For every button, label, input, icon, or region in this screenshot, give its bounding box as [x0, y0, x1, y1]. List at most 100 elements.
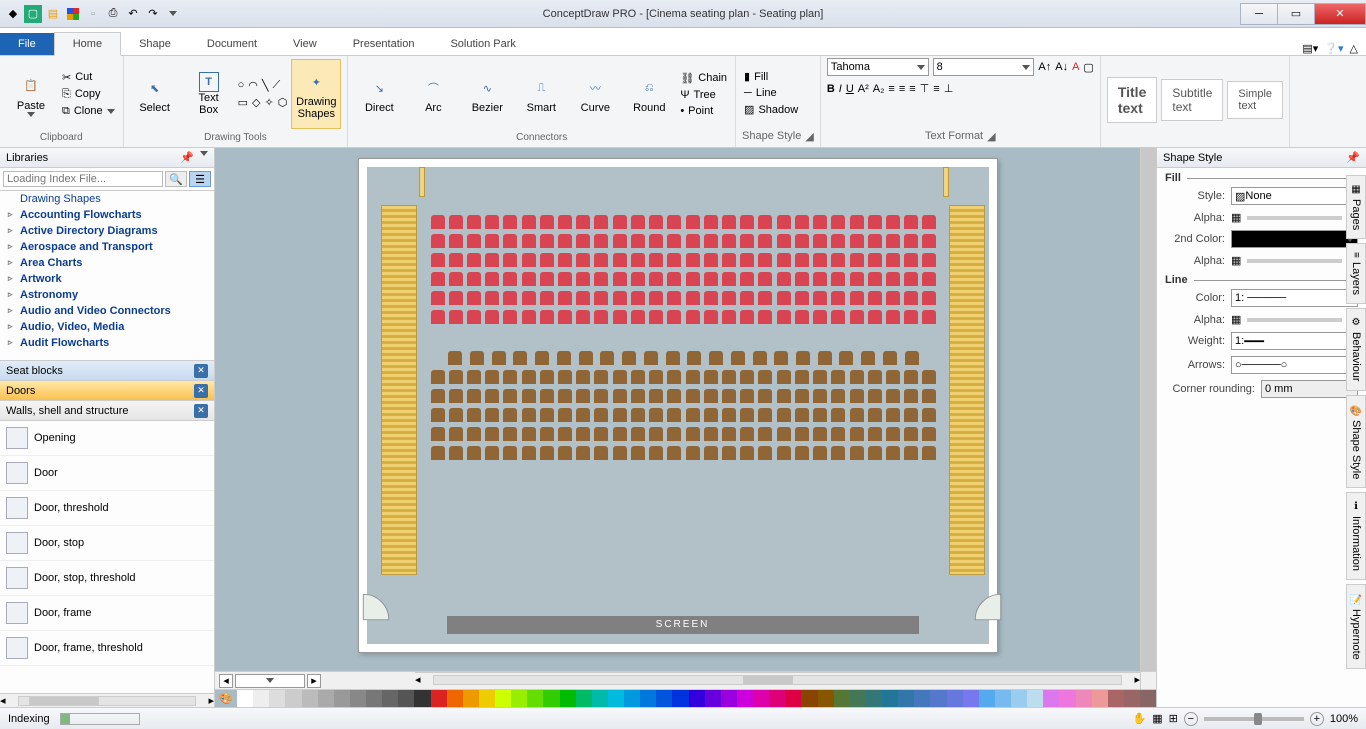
color-swatch[interactable]: [511, 690, 527, 707]
select-button[interactable]: ⬉Select: [130, 59, 180, 129]
pin-icon[interactable]: 📌: [180, 151, 194, 164]
color-swatch[interactable]: [769, 690, 785, 707]
font-size-select[interactable]: 8: [933, 58, 1035, 76]
highlight-icon[interactable]: ▢: [1083, 61, 1093, 74]
window-options-icon[interactable]: ▤▾: [1302, 42, 1318, 55]
copy-button[interactable]: ⎘Copy: [60, 87, 117, 102]
line-button[interactable]: ─Line: [742, 86, 800, 100]
font-color-icon[interactable]: A: [1072, 61, 1079, 73]
shape-item[interactable]: Door, threshold: [0, 491, 214, 526]
color-swatch[interactable]: [414, 690, 430, 707]
tab-prev[interactable]: ◂: [219, 674, 233, 688]
close-button[interactable]: ✕: [1314, 3, 1366, 25]
color-swatch[interactable]: [882, 690, 898, 707]
align-center-icon[interactable]: ≡: [899, 83, 905, 95]
color-swatch[interactable]: [866, 690, 882, 707]
superscript-button[interactable]: A²: [858, 83, 869, 95]
chain-button[interactable]: ⛓Chain: [678, 71, 729, 86]
color-swatch[interactable]: [285, 690, 301, 707]
color-swatch[interactable]: [930, 690, 946, 707]
color-swatch[interactable]: [576, 690, 592, 707]
tab-solution-park[interactable]: Solution Park: [432, 33, 533, 55]
fill-alpha-slider[interactable]: [1247, 216, 1341, 220]
color-swatch[interactable]: [237, 690, 253, 707]
color-swatch[interactable]: [334, 690, 350, 707]
shape-item[interactable]: Door, frame: [0, 596, 214, 631]
tree-view-button[interactable]: ☰: [189, 171, 211, 187]
qat-redo-icon[interactable]: ↷: [144, 5, 162, 23]
color-swatch[interactable]: [560, 690, 576, 707]
tab-next[interactable]: ▸: [307, 674, 321, 688]
qat-template-icon[interactable]: [64, 5, 82, 23]
color-swatch[interactable]: [447, 690, 463, 707]
color-swatch[interactable]: [431, 690, 447, 707]
shape-item[interactable]: Opening: [0, 421, 214, 456]
color-picker-icon[interactable]: 🎨: [215, 690, 237, 707]
line-color-select[interactable]: 1: ─────: [1231, 289, 1358, 307]
arrows-select[interactable]: ○─────○: [1231, 356, 1358, 374]
color-swatch[interactable]: [1092, 690, 1108, 707]
pin-icon[interactable]: 📌: [1346, 151, 1360, 164]
italic-button[interactable]: I: [839, 83, 842, 95]
bezier-button[interactable]: ∿Bezier: [462, 59, 512, 129]
align-top-icon[interactable]: ⊤: [920, 82, 930, 95]
cut-button[interactable]: ✂Cut: [60, 70, 117, 85]
qat-more-icon[interactable]: [164, 5, 182, 23]
color-swatch[interactable]: [914, 690, 930, 707]
canvas-vscroll[interactable]: [1140, 148, 1156, 671]
direct-button[interactable]: ↘Direct: [354, 59, 404, 129]
page-tabs[interactable]: ◂ ▸: [215, 672, 415, 689]
simple-text-style[interactable]: Simple text: [1227, 81, 1283, 119]
color-swatch[interactable]: [463, 690, 479, 707]
file-menu[interactable]: File: [0, 33, 54, 55]
textbox-button[interactable]: TText Box: [184, 59, 234, 129]
lib-item[interactable]: Drawing Shapes: [0, 191, 214, 207]
close-icon[interactable]: ✕: [194, 364, 208, 378]
align-middle-icon[interactable]: ≡: [933, 83, 939, 95]
color-swatch[interactable]: [753, 690, 769, 707]
color-swatch[interactable]: [672, 690, 688, 707]
snap-icon[interactable]: ▦: [1152, 712, 1162, 725]
color-swatch[interactable]: [302, 690, 318, 707]
curve-button[interactable]: 〰Curve: [570, 59, 620, 129]
lib-item[interactable]: Audit Flowcharts: [0, 335, 214, 351]
lib-item[interactable]: Active Directory Diagrams: [0, 223, 214, 239]
lib-item[interactable]: Aerospace and Transport: [0, 239, 214, 255]
color-swatch[interactable]: [1059, 690, 1075, 707]
clone-button[interactable]: ⧉Clone: [60, 104, 117, 119]
color-swatch[interactable]: [947, 690, 963, 707]
align-right-icon[interactable]: ≡: [909, 83, 915, 95]
tab-dropdown[interactable]: [235, 674, 305, 688]
shape-item[interactable]: Door, stop: [0, 526, 214, 561]
color-swatch[interactable]: [1043, 690, 1059, 707]
tab-presentation[interactable]: Presentation: [335, 33, 433, 55]
color-swatch[interactable]: [398, 690, 414, 707]
qat-save-icon[interactable]: ▫: [84, 5, 102, 23]
color-swatch[interactable]: [689, 690, 705, 707]
underline-button[interactable]: U: [846, 83, 854, 95]
tab-pages[interactable]: ▦ Pages: [1346, 175, 1366, 239]
color-swatch[interactable]: [479, 690, 495, 707]
title-text-style[interactable]: Title text: [1107, 77, 1158, 123]
zoom-out-button[interactable]: −: [1184, 712, 1198, 726]
library-section[interactable]: Doors✕: [0, 381, 214, 401]
canvas-hscroll[interactable]: ◂▸: [415, 672, 1140, 686]
drawing-page[interactable]: SCREEN: [358, 158, 998, 653]
color-swatch[interactable]: [721, 690, 737, 707]
shrink-font-icon[interactable]: A↓: [1055, 61, 1068, 73]
shape-item[interactable]: Door: [0, 456, 214, 491]
help-icon[interactable]: ❔▾: [1324, 42, 1343, 55]
search-button[interactable]: 🔍: [165, 171, 187, 187]
qat-print-icon[interactable]: ⎙: [104, 5, 122, 23]
hand-tool-icon[interactable]: ✋: [1133, 712, 1147, 725]
color-swatch[interactable]: [527, 690, 543, 707]
grow-font-icon[interactable]: A↑: [1038, 61, 1051, 73]
color-swatch[interactable]: [350, 690, 366, 707]
shape-item[interactable]: Door, frame, threshold: [0, 631, 214, 666]
color-swatch[interactable]: [1011, 690, 1027, 707]
subtitle-text-style[interactable]: Subtitle text: [1161, 79, 1223, 121]
qat-app-icon[interactable]: ◆: [4, 5, 22, 23]
second-color-select[interactable]: [1231, 230, 1358, 248]
ribbon-collapse-icon[interactable]: △: [1350, 42, 1358, 55]
color-palette[interactable]: 🎨: [215, 689, 1156, 707]
